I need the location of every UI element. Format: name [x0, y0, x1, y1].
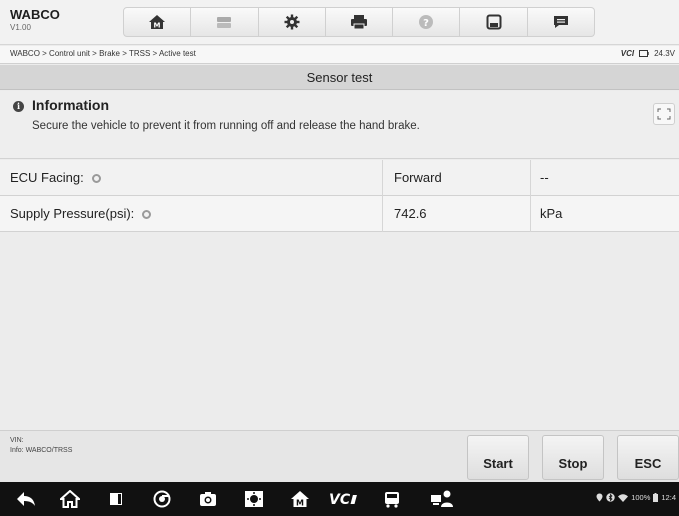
- svg-text:VC: VC: [329, 492, 351, 507]
- vehicle-swap-icon: [217, 17, 232, 28]
- parameter-name-cell: Supply Pressure(psi):: [0, 196, 383, 232]
- vehicle-swap-button[interactable]: [191, 7, 259, 37]
- system-status: 100% 12:4: [596, 493, 676, 502]
- toolbar-buttons: M ?: [123, 7, 595, 37]
- expand-button[interactable]: [653, 103, 675, 125]
- remote-support-button[interactable]: [428, 489, 456, 509]
- print-button[interactable]: [325, 7, 394, 37]
- vehicle-icon: [385, 492, 399, 508]
- app-name: WABCO: [10, 7, 60, 22]
- save-icon: [486, 14, 502, 30]
- bottom-panel: VIN: Info: WABCO/TRSS Start Stop ESC: [0, 430, 679, 482]
- esc-button[interactable]: ESC: [617, 435, 679, 480]
- help-icon: ?: [419, 15, 434, 29]
- browser-button[interactable]: [150, 489, 174, 509]
- table-row[interactable]: Supply Pressure(psi): 742.6 kPa: [0, 196, 679, 232]
- android-home-button[interactable]: [58, 489, 82, 509]
- browser-icon: [153, 490, 171, 508]
- message-button[interactable]: [527, 7, 595, 37]
- connection-status: VCI 24.3V: [621, 49, 675, 58]
- stop-button[interactable]: Stop: [542, 435, 604, 480]
- parameter-name-cell: ECU Facing:: [0, 160, 383, 196]
- graph-toggle-icon[interactable]: [142, 209, 152, 219]
- top-toolbar: WABCO V1.00 M ?: [0, 0, 679, 45]
- content-area: [0, 233, 679, 430]
- brightness-button[interactable]: [242, 489, 266, 509]
- wifi-icon: [618, 493, 629, 502]
- info-icon: i: [13, 101, 24, 112]
- save-button[interactable]: [460, 7, 528, 37]
- brightness-icon: [245, 491, 263, 507]
- info-message: Secure the vehicle to prevent it from ru…: [32, 120, 420, 132]
- app-version: V1.00: [10, 23, 31, 32]
- app-brand: WABCO V1.00: [10, 8, 60, 34]
- parameter-value: 742.6: [383, 196, 531, 232]
- expand-icon: [657, 108, 671, 120]
- location-icon: [596, 493, 603, 502]
- bluetooth-icon: [606, 493, 615, 502]
- parameter-name: ECU Facing:: [10, 170, 84, 185]
- vci-label: VCI: [620, 49, 635, 58]
- clock: 12:4: [661, 493, 676, 502]
- svg-text:M: M: [154, 22, 161, 30]
- settings-icon: [284, 14, 300, 30]
- system-nav-bar: M VC 100% 12:4: [0, 482, 679, 516]
- svg-text:?: ?: [423, 18, 429, 29]
- android-home-icon: [60, 490, 80, 508]
- data-table: ECU Facing: Forward -- Supply Pressure(p…: [0, 160, 679, 232]
- page-title: Sensor test: [0, 65, 679, 90]
- home-icon: M: [149, 15, 166, 30]
- device-battery-icon: [653, 493, 659, 502]
- battery-percent: 100%: [631, 493, 651, 502]
- table-row[interactable]: ECU Facing: Forward --: [0, 160, 679, 196]
- parameter-unit: --: [540, 170, 549, 185]
- info-title: Information: [32, 97, 109, 113]
- battery-icon: [639, 50, 649, 57]
- remote-support-icon: [431, 490, 453, 507]
- vin-label: VIN:: [10, 437, 24, 444]
- help-button[interactable]: ?: [393, 7, 461, 37]
- parameter-name: Supply Pressure(psi):: [10, 206, 135, 221]
- vehicle-info: VIN: Info: WABCO/TRSS: [10, 436, 72, 456]
- message-icon: [553, 16, 568, 28]
- vci-icon: VC: [329, 492, 357, 507]
- camera-icon: [200, 492, 216, 506]
- parameter-value: Forward: [383, 160, 531, 196]
- information-panel: i Information Secure the vehicle to prev…: [0, 91, 679, 159]
- diagnostics-home-button[interactable]: M: [288, 489, 312, 509]
- parameter-unit: kPa: [540, 206, 563, 221]
- vci-button[interactable]: VC: [328, 489, 364, 509]
- home-button[interactable]: M: [123, 7, 192, 37]
- svg-text:M: M: [296, 499, 304, 508]
- recent-apps-button[interactable]: [104, 489, 128, 509]
- start-button[interactable]: Start: [467, 435, 529, 480]
- back-icon: [17, 492, 35, 506]
- recent-apps-icon: [110, 493, 122, 505]
- back-button[interactable]: [14, 489, 38, 509]
- print-icon: [350, 15, 367, 30]
- settings-button[interactable]: [258, 7, 326, 37]
- vehicle-button[interactable]: [380, 489, 404, 509]
- graph-toggle-icon[interactable]: [91, 173, 101, 183]
- battery-voltage: 24.3V: [654, 49, 675, 58]
- diagnostics-home-icon: M: [291, 491, 309, 508]
- breadcrumb-bar: WABCO > Control unit > Brake > TRSS > Ac…: [0, 46, 679, 64]
- info-label: Info: WABCO/TRSS: [10, 447, 73, 454]
- breadcrumb: WABCO > Control unit > Brake > TRSS > Ac…: [10, 49, 196, 58]
- camera-button[interactable]: [196, 489, 220, 509]
